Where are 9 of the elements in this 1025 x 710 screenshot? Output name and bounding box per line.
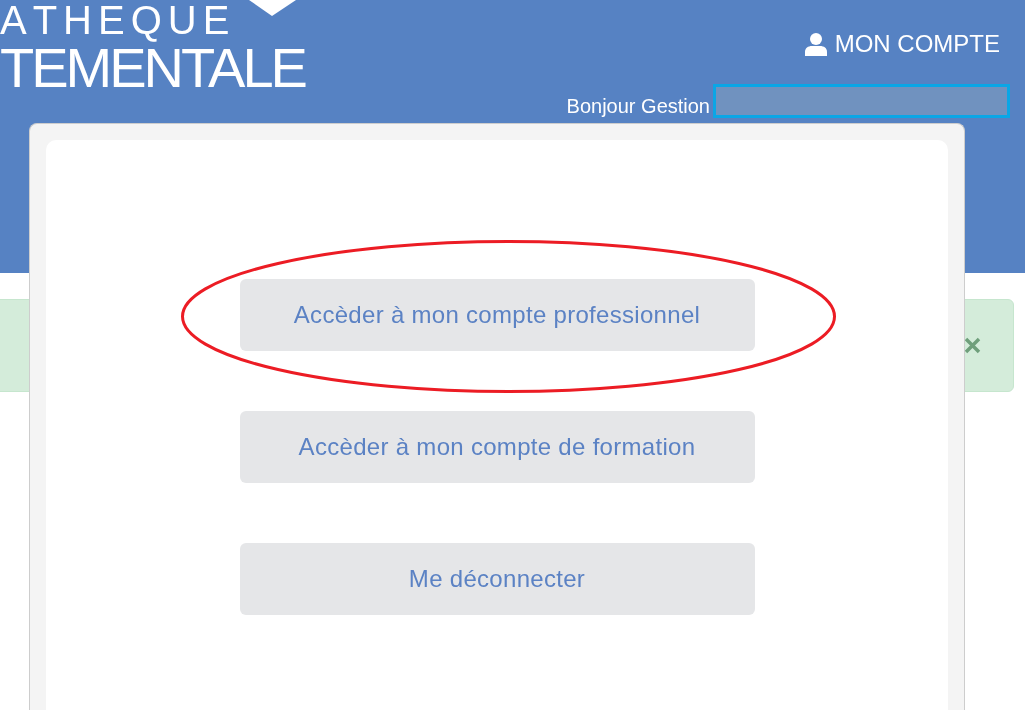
close-icon[interactable] [964,337,981,354]
user-icon [804,32,827,56]
account-action-button[interactable]: Me déconnecter [239,543,755,615]
account-link[interactable]: MON COMPTE [804,30,1000,58]
account-action-button[interactable]: Accèder à mon compte de formation [239,411,755,483]
account-action-button[interactable]: Accèder à mon compte professionnel [239,279,755,351]
logo-mark-icon [249,0,297,16]
logo-text: ATHEQUE [0,0,236,40]
greeting-text: Bonjour Gestion [566,94,710,118]
